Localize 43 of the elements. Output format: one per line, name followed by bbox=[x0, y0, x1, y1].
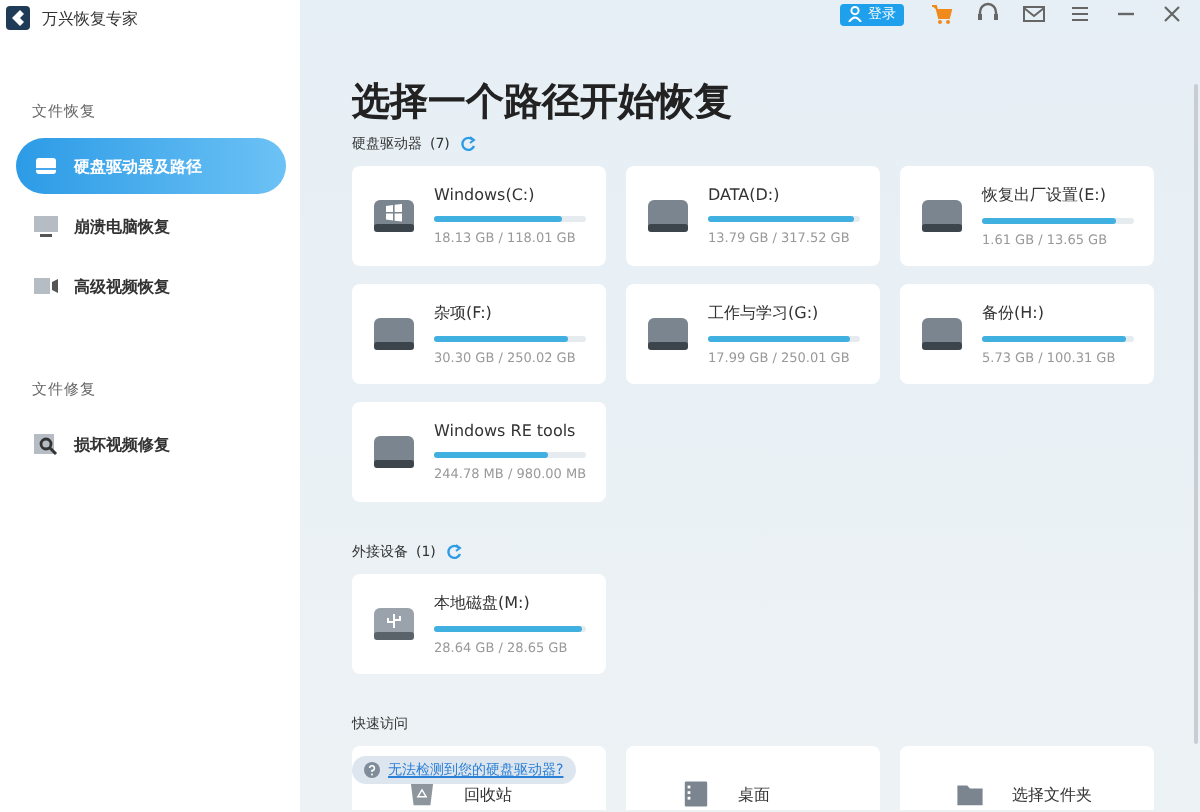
refresh-icon[interactable] bbox=[457, 134, 478, 154]
usb-drive-icon bbox=[372, 606, 416, 642]
refresh-icon[interactable] bbox=[443, 542, 464, 562]
user-icon bbox=[848, 6, 862, 22]
drive-name: 备份(H:) bbox=[982, 302, 1046, 324]
monitor-icon bbox=[34, 214, 58, 238]
sidebar-item[interactable]: 损坏视频修复 bbox=[16, 416, 286, 472]
drive-icon bbox=[646, 316, 690, 352]
drive-name: 本地磁盘(M:) bbox=[434, 592, 532, 614]
sidebar-item[interactable]: 高级视频恢复 bbox=[16, 258, 286, 314]
drive-icon bbox=[646, 198, 690, 234]
question-icon bbox=[364, 762, 380, 778]
folder-icon bbox=[956, 780, 984, 808]
drive-name: 恢复出厂设置(E:) bbox=[982, 184, 1108, 206]
page-heading: 选择一个路径开始恢复 bbox=[352, 80, 734, 124]
drive-name: DATA(D:) bbox=[708, 186, 782, 204]
sidebar-item[interactable]: 崩溃电脑恢复 bbox=[16, 198, 286, 254]
drive-icon bbox=[34, 154, 58, 178]
drive-icon bbox=[372, 316, 416, 352]
logo-icon bbox=[6, 6, 30, 30]
repair-icon bbox=[34, 432, 58, 456]
mail-icon[interactable] bbox=[1022, 2, 1046, 26]
drive-icon bbox=[372, 434, 416, 470]
quick-access-label: 桌面 bbox=[738, 783, 770, 805]
close-icon[interactable] bbox=[1160, 2, 1184, 26]
drive-name: 杂项(F:) bbox=[434, 302, 494, 324]
menu-icon[interactable] bbox=[1068, 2, 1092, 26]
app-title: 万兴恢复专家 bbox=[42, 7, 138, 29]
drive-icon bbox=[920, 316, 964, 352]
drive-name: 工作与学习(G:) bbox=[708, 302, 821, 324]
recycle-icon bbox=[408, 780, 436, 808]
video-icon bbox=[34, 274, 58, 298]
drive-name: Windows RE tools bbox=[434, 422, 578, 440]
drive-icon bbox=[372, 198, 416, 234]
quick-access-card[interactable]: 桌面 bbox=[626, 746, 880, 810]
headset-icon[interactable] bbox=[976, 2, 1000, 26]
desktop-icon bbox=[682, 780, 710, 808]
scrollbar[interactable] bbox=[1194, 84, 1198, 744]
drive-icon bbox=[920, 198, 964, 234]
drive-name: Windows(C:) bbox=[434, 186, 537, 204]
quick-access-card[interactable]: 选择文件夹 bbox=[900, 746, 1154, 810]
quick-access-label: 选择文件夹 bbox=[1012, 783, 1092, 805]
quick-access-label: 回收站 bbox=[464, 783, 512, 805]
